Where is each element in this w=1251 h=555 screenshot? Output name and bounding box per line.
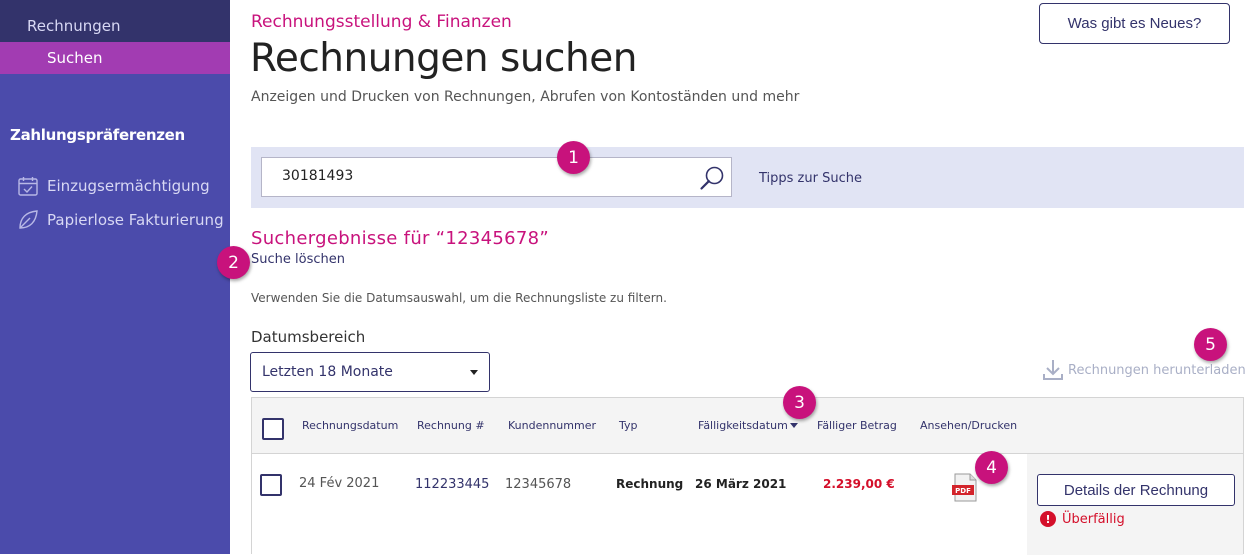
- row-amount: 2.239,00 €: [823, 477, 895, 491]
- table-header: Rechnungsdatum Rechnung # Kundennummer T…: [252, 398, 1243, 454]
- select-all-checkbox[interactable]: [262, 418, 284, 440]
- results-title: Suchergebnisse für “12345678”: [251, 228, 550, 249]
- date-range-select[interactable]: Letzten 18 Monate: [250, 352, 490, 392]
- column-header-invoice[interactable]: Rechnung #: [417, 419, 485, 432]
- sidebar-item-label: Papierlose Fakturierung: [47, 211, 224, 229]
- sidebar-item-suchen[interactable]: Suchen: [0, 42, 230, 74]
- invoice-table: Rechnungsdatum Rechnung # Kundennummer T…: [251, 397, 1244, 555]
- download-icon: [1043, 360, 1063, 380]
- row-invoice-link[interactable]: 112233445: [415, 477, 489, 492]
- brand-title: Rechnungsstellung & Finanzen: [251, 12, 512, 32]
- whats-new-button[interactable]: Was gibt es Neues?: [1039, 3, 1230, 44]
- date-range-label: Datumsbereich: [251, 328, 366, 346]
- sidebar-item-papierlose-fakturierung[interactable]: Papierlose Fakturierung: [17, 208, 224, 232]
- search-tips-link[interactable]: Tipps zur Suche: [759, 171, 862, 186]
- page-subtitle: Anzeigen und Drucken von Rechnungen, Abr…: [251, 89, 800, 105]
- page-title: Rechnungen suchen: [250, 36, 637, 81]
- column-header-customer[interactable]: Kundennummer: [508, 419, 596, 432]
- sidebar-item-label: Einzugsermächtigung: [47, 177, 210, 195]
- callout-marker: 5: [1194, 328, 1227, 361]
- status-label: Überfällig: [1062, 511, 1125, 527]
- chevron-down-icon: [470, 370, 478, 375]
- column-header-due-date[interactable]: Fälligkeitsdatum: [698, 419, 798, 432]
- search-input[interactable]: [282, 168, 682, 184]
- search-box[interactable]: [261, 157, 732, 197]
- row-customer: 12345678: [505, 477, 572, 492]
- calendar-check-icon: [18, 177, 38, 196]
- alert-icon: !: [1040, 511, 1056, 527]
- column-header-label: Fälligkeitsdatum: [698, 419, 788, 432]
- pdf-icon[interactable]: PDF: [950, 473, 980, 503]
- column-header-view-print: Ansehen/Drucken: [920, 419, 1018, 432]
- callout-marker: 1: [557, 141, 590, 174]
- row-date: 24 Fév 2021: [299, 476, 380, 491]
- pdf-icon-label: PDF: [955, 487, 971, 495]
- sidebar-link-rechnungen[interactable]: Rechnungen: [27, 17, 121, 35]
- row-type: Rechnung: [616, 477, 684, 491]
- download-invoices-button[interactable]: Rechnungen herunterladen: [1042, 358, 1246, 382]
- row-due-date: 26 März 2021: [695, 477, 787, 491]
- date-range-value: Letzten 18 Monate: [262, 364, 393, 380]
- sidebar-item-label: Suchen: [47, 49, 103, 67]
- callout-marker: 3: [783, 386, 816, 419]
- search-icon[interactable]: [699, 165, 725, 191]
- filter-hint: Verwenden Sie die Datumsauswahl, um die …: [251, 291, 667, 305]
- callout-marker: 2: [217, 246, 250, 279]
- sidebar-section-title: Zahlungspräferenzen: [10, 126, 185, 144]
- column-header-date[interactable]: Rechnungsdatum: [302, 419, 398, 432]
- clear-search-link[interactable]: Suche löschen: [251, 252, 345, 267]
- column-header-amount[interactable]: Fälliger Betrag: [817, 419, 897, 432]
- status-badge: ! Überfällig: [1040, 511, 1125, 527]
- sidebar: Rechnungen Suchen Zahlungspräferenzen Ei…: [0, 0, 230, 554]
- sort-desc-icon: [789, 423, 798, 428]
- column-header-type[interactable]: Typ: [619, 419, 638, 432]
- callout-marker: 4: [975, 451, 1008, 484]
- row-checkbox[interactable]: [260, 474, 282, 496]
- sidebar-item-einzugsermaechtigung[interactable]: Einzugsermächtigung: [17, 174, 210, 198]
- leaf-icon: [19, 210, 38, 229]
- invoice-details-button[interactable]: Details der Rechnung: [1037, 474, 1235, 506]
- download-label: Rechnungen herunterladen: [1068, 362, 1246, 378]
